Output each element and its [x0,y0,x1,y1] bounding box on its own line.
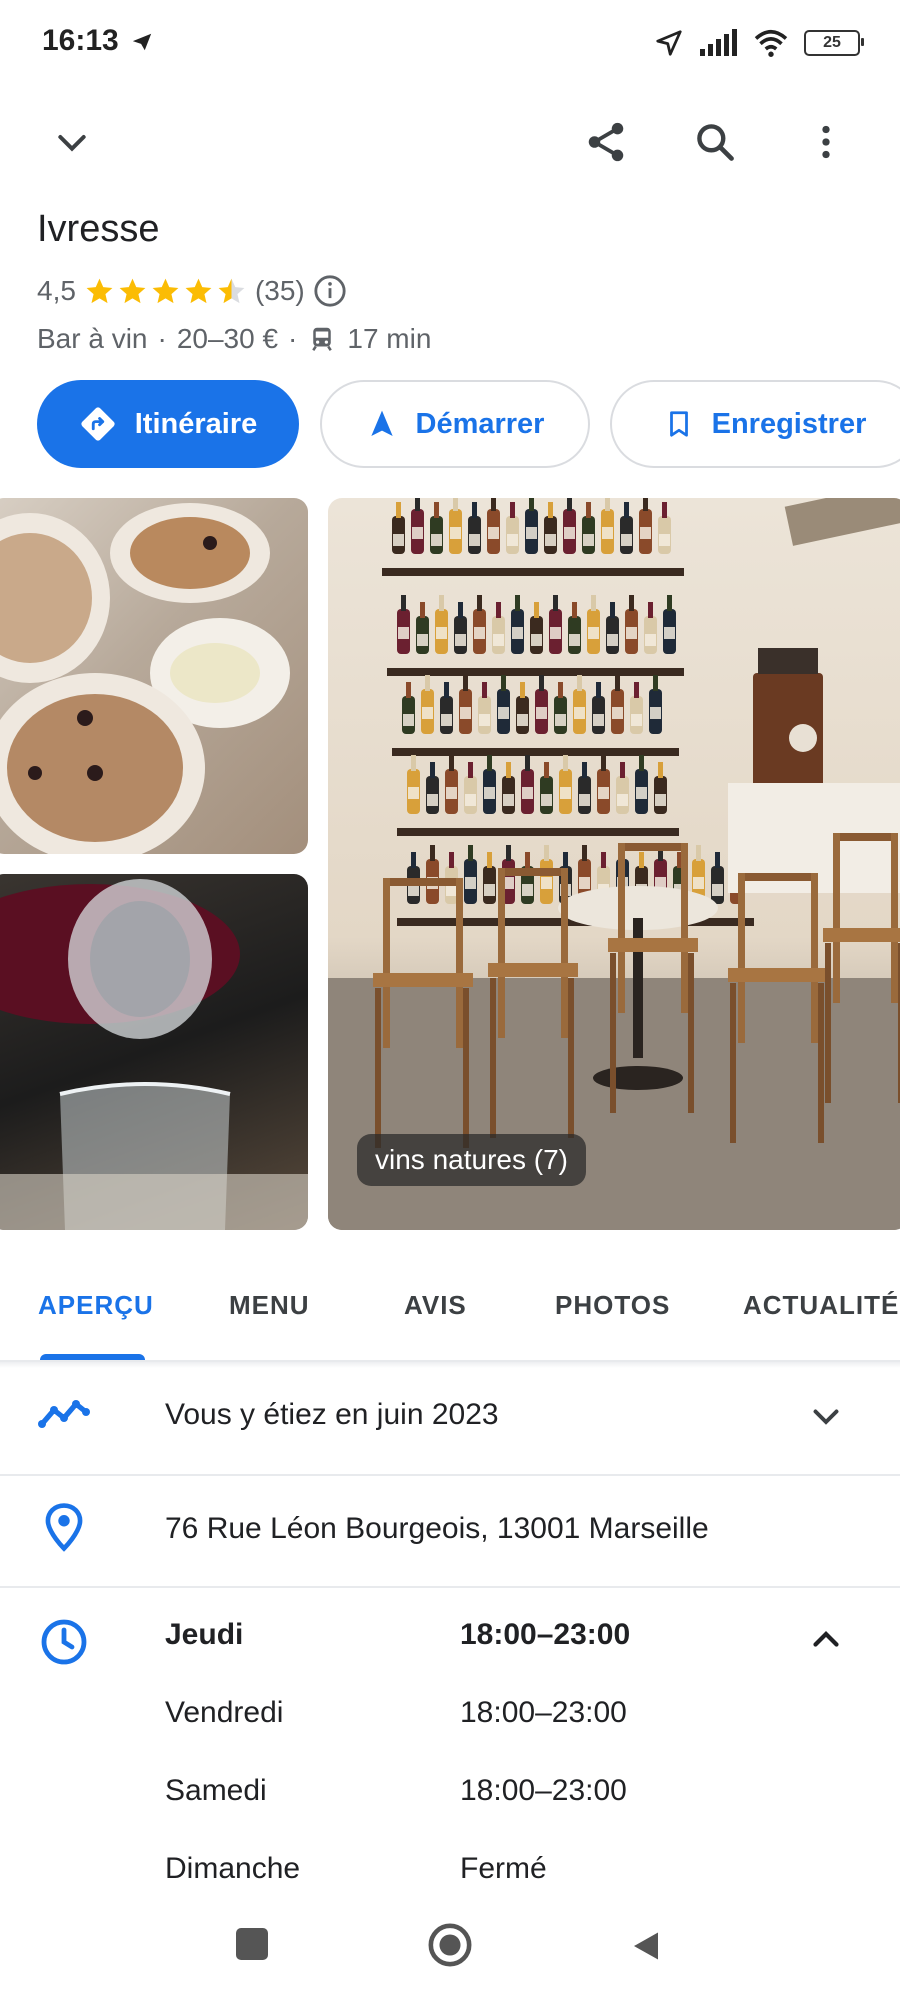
hours-day: Vendredi [165,1696,284,1729]
status-time: 16:13 [42,24,155,58]
clock-icon [40,1618,88,1671]
tab-reviews[interactable]: AVIS [404,1290,467,1321]
wine-shelves-illustration [328,498,900,1230]
reviews-count[interactable]: (35) [255,275,305,307]
star-icon [119,278,146,303]
price-range: 20–30 € [176,323,279,354]
start-label: Démarrer [415,407,545,440]
start-button[interactable]: Démarrer [320,380,590,468]
status-time-text: 16:13 [42,24,119,57]
system-nav-bar [0,1890,900,2000]
tab-photos[interactable]: PHOTOS [555,1290,670,1321]
photo-food[interactable] [0,498,308,854]
tab-bar: APERÇU MENU AVIS PHOTOS ACTUALITÉ [0,1260,900,1362]
chevron-down-icon[interactable] [808,1398,844,1439]
rating-value: 4,5 [37,275,76,306]
separator-dot: · [157,323,167,354]
hours-day: Dimanche [165,1852,301,1885]
train-icon [312,327,333,351]
rating-row: 4,5 (35) [37,274,347,308]
tab-menu[interactable]: MENU [229,1290,310,1321]
more-vert-icon[interactable] [796,112,856,172]
directions-button[interactable]: Itinéraire [37,380,299,468]
tab-overview[interactable]: APERÇU [38,1290,154,1321]
hours-time: 18:00–23:00 [460,1696,627,1729]
info-icon[interactable] [313,274,347,308]
telegram-icon [132,33,152,51]
chevron-down-icon[interactable] [42,112,102,172]
save-button[interactable]: Enregistrer [610,380,900,468]
photo-caption[interactable]: vins natures (7) [357,1134,586,1186]
directions-label: Itinéraire [134,407,258,440]
battery-level: 25 [823,34,841,51]
star-icon [152,278,179,303]
hours-time: 18:00–23:00 [460,1774,627,1807]
star-icon [185,278,212,303]
tabs-shadow [0,1360,900,1368]
rating-stars [84,276,247,307]
hours-time-today: 18:00–23:00 [460,1618,631,1651]
share-icon[interactable] [576,112,636,172]
divider [0,1586,900,1588]
back-icon[interactable] [628,1926,664,1971]
photo-interior[interactable] [328,498,900,1230]
chevron-up-icon[interactable] [808,1622,844,1663]
place-title: Ivresse [37,208,160,250]
signal-icon [700,29,737,56]
home-icon[interactable] [427,1922,473,1973]
navigation-arrow-icon [370,410,393,436]
hours-day-today: Jeudi [165,1618,244,1651]
visit-history-text[interactable]: Vous y étiez en juin 2023 [165,1398,499,1432]
battery-icon: 25 [804,30,864,56]
category: Bar à vin [37,323,148,354]
tab-updates[interactable]: ACTUALITÉ [743,1290,899,1321]
recents-icon[interactable] [236,1928,268,1960]
wifi-icon [754,29,788,57]
hours-time: Fermé [460,1852,547,1885]
star-icon [218,278,245,303]
wine-glass-illustration [0,879,308,1230]
photo-wine-decanter[interactable] [0,874,308,1230]
status-icons: 25 [654,26,864,60]
address-text[interactable]: 76 Rue Léon Bourgeois, 13001 Marseille [165,1512,709,1546]
directions-icon [81,407,115,441]
food-plates-illustration [0,503,290,854]
save-label: Enregistrer [711,407,867,440]
hours-day: Samedi [165,1774,267,1807]
separator-dot: · [288,323,298,354]
divider [0,1474,900,1476]
bookmark-icon [669,411,688,437]
search-icon[interactable] [685,112,745,172]
location-arrow-icon [656,30,682,56]
transit-time: 17 min [347,323,432,354]
timeline-icon [36,1394,96,1438]
location-pin-icon [42,1502,86,1557]
star-icon [86,278,113,303]
meta-row: Bar à vin · 20–30 € · 17 min [37,323,431,355]
